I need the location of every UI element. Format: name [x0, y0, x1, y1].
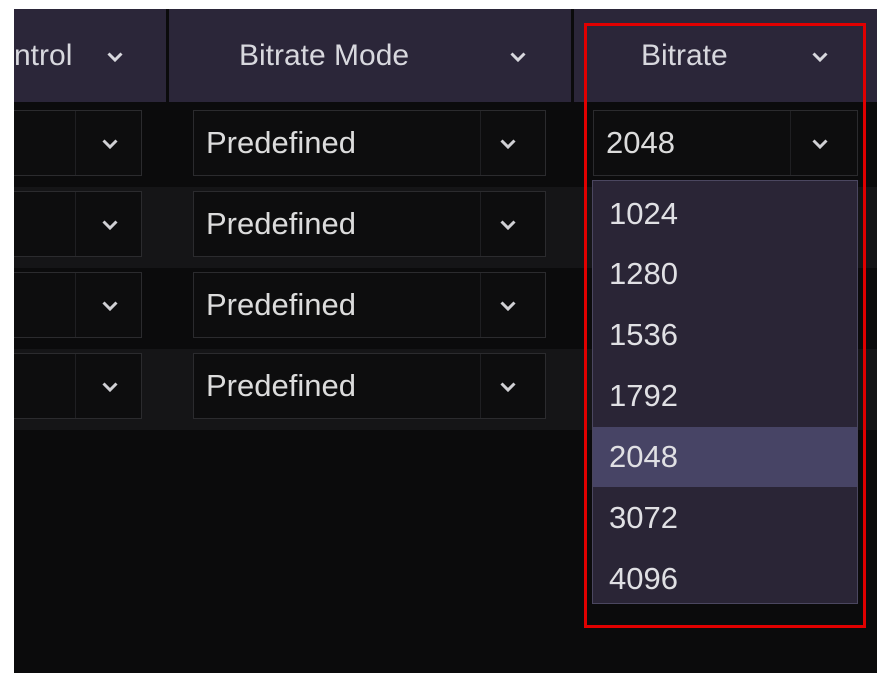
select-divider	[75, 111, 76, 175]
column-header-control[interactable]: ntrol	[14, 9, 166, 102]
control-select[interactable]	[14, 272, 142, 338]
column-header-label: Bitrate Mode	[239, 38, 410, 72]
select-divider	[75, 192, 76, 256]
bitrate-mode-select[interactable]: Predefined	[193, 272, 546, 338]
bitrate-mode-value: Predefined	[206, 125, 356, 160]
chevron-down-icon	[812, 52, 828, 62]
chevron-down-icon	[102, 301, 118, 311]
select-divider	[790, 111, 791, 175]
chevron-down-icon	[500, 220, 516, 230]
dropdown-option-1280[interactable]: 1280	[593, 244, 857, 304]
dropdown-option-2048-selected[interactable]: 2048	[593, 427, 857, 487]
control-select[interactable]	[14, 353, 142, 419]
bitrate-select[interactable]: 2048	[593, 110, 858, 176]
bitrate-mode-value: Predefined	[206, 368, 356, 403]
dropdown-option-3072[interactable]: 3072	[593, 488, 857, 548]
select-divider	[480, 111, 481, 175]
chevron-down-icon	[107, 52, 123, 62]
chevron-down-icon	[102, 220, 118, 230]
bitrate-mode-select[interactable]: Predefined	[193, 191, 546, 257]
select-divider	[480, 273, 481, 337]
select-divider	[75, 354, 76, 418]
stream-settings-panel: ntrol Bitrate Mode Bitrate Predefined 20…	[14, 9, 877, 673]
chevron-down-icon	[510, 52, 526, 62]
chevron-down-icon	[102, 382, 118, 392]
bitrate-mode-select[interactable]: Predefined	[193, 353, 546, 419]
column-header-bitrate-mode[interactable]: Bitrate Mode	[169, 9, 571, 102]
dropdown-option-1792[interactable]: 1792	[593, 366, 857, 426]
dropdown-option-1024[interactable]: 1024	[593, 184, 857, 244]
bitrate-dropdown-list: 1024 1280 1536 1792 2048 3072 4096	[592, 180, 858, 604]
select-divider	[480, 354, 481, 418]
chevron-down-icon	[812, 139, 828, 149]
chevron-down-icon	[102, 139, 118, 149]
bitrate-mode-value: Predefined	[206, 206, 356, 241]
table-row: Predefined 2048	[14, 106, 877, 187]
bitrate-mode-select[interactable]: Predefined	[193, 110, 546, 176]
control-select[interactable]	[14, 191, 142, 257]
select-divider	[480, 192, 481, 256]
column-header-label: Bitrate	[641, 38, 728, 72]
chevron-down-icon	[500, 301, 516, 311]
column-header-bitrate[interactable]: Bitrate	[574, 9, 877, 102]
dropdown-option-4096[interactable]: 4096	[593, 549, 857, 609]
bitrate-value: 2048	[606, 125, 675, 160]
dropdown-option-1536[interactable]: 1536	[593, 305, 857, 365]
select-divider	[75, 273, 76, 337]
chevron-down-icon	[500, 382, 516, 392]
column-header-label: ntrol	[14, 38, 73, 72]
control-select[interactable]	[14, 110, 142, 176]
bitrate-mode-value: Predefined	[206, 287, 356, 322]
chevron-down-icon	[500, 139, 516, 149]
